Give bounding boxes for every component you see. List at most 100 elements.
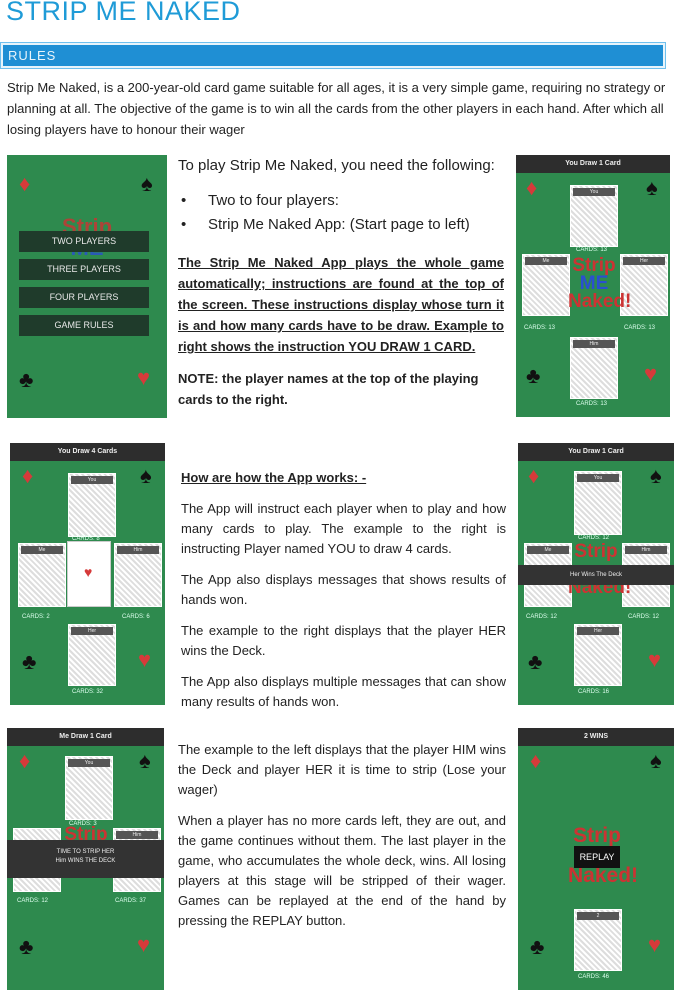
paragraph: The example to the left displays that th… [178, 742, 506, 797]
card-tag: You [573, 188, 615, 196]
you-card: You [68, 473, 116, 537]
spade-icon: ♠ [139, 748, 151, 773]
him-card: Him [570, 337, 618, 399]
heart-icon: ♥ [648, 647, 662, 672]
club-icon: ♣ [528, 649, 543, 674]
four-players-button[interactable]: FOUR PLAYERS [19, 287, 149, 308]
logo-word-1: Strip [573, 824, 621, 847]
club-icon: ♣ [526, 363, 541, 388]
message-line: TIME TO STRIP HER [56, 849, 115, 855]
paragraph: The App also displays messages that show… [181, 572, 506, 607]
me-card: Me [18, 543, 66, 607]
instruction-bar: Me Draw 1 Card [7, 728, 164, 746]
card-count: CARDS: 13 [576, 401, 608, 407]
game-rules-button[interactable]: GAME RULES [19, 315, 149, 336]
you-card: You [65, 756, 113, 820]
card-count: CARDS: 13 [524, 325, 556, 331]
card-tag: Her [71, 627, 113, 635]
requirement-item: Two to four players: [178, 189, 504, 213]
heart-icon: ♥ [138, 647, 152, 672]
you-card: You [570, 185, 618, 247]
replay-button[interactable]: REPLAY [574, 846, 620, 868]
how-it-works-section: How are how the App works: - The App wil… [181, 468, 506, 712]
me-card: Me [522, 254, 570, 316]
intro-paragraph: Strip Me Naked, is a 200-year-old card g… [7, 80, 666, 137]
how-heading: How are how the App works: - [181, 470, 367, 485]
paragraph: The App will instruct each player when t… [181, 501, 506, 556]
game-won-image: 2 WINS ♦ ♠ Strip ME Naked! REPLAY ♣ 2 ♥ … [518, 728, 674, 990]
logo-word-1: Strip [574, 541, 618, 562]
paragraph: The example to the right displays that t… [181, 623, 506, 658]
diamond-icon: ♦ [22, 463, 34, 488]
card-count: CARDS: 13 [576, 247, 608, 253]
instruction-bar: You Draw 1 Card [516, 155, 670, 173]
you-card: You [574, 471, 622, 535]
instruction-bar: 2 WINS [518, 728, 674, 746]
play-section: To play Strip Me Naked, you need the fol… [178, 155, 504, 410]
page-title: STRIP ME NAKED [6, 0, 241, 26]
automatic-note: The Strip Me Naked App plays the whole g… [178, 255, 504, 354]
three-players-button[interactable]: THREE PLAYERS [19, 259, 149, 280]
club-icon: ♣ [19, 367, 34, 392]
spade-icon: ♠ [646, 175, 658, 200]
card-tag: Him [116, 831, 158, 839]
winner-card: 2 [574, 909, 622, 971]
card-count: CARDS: 16 [578, 689, 610, 695]
card-tag: You [71, 476, 113, 484]
paragraph: When a player has no more cards left, th… [178, 813, 506, 928]
card-tag: 2 [577, 912, 619, 920]
card-tag: Him [117, 546, 159, 554]
section-header: RULES [0, 42, 666, 69]
card-tag: Her [577, 627, 619, 635]
him-card: Him [114, 543, 162, 607]
player-names-note: NOTE: the player names at the top of the… [178, 371, 479, 407]
card-tag: You [68, 759, 110, 767]
heart-icon: ♥ [137, 365, 151, 390]
diamond-icon: ♦ [526, 175, 538, 200]
card-tag: Him [573, 340, 615, 348]
instruction-bar: You Draw 4 Cards [10, 443, 165, 461]
game-logo: Strip ME Naked! [568, 256, 632, 313]
instruction-bar: You Draw 1 Card [518, 443, 674, 461]
diamond-icon: ♦ [19, 171, 31, 196]
card-tag: Me [525, 257, 567, 265]
requirements-list: Two to four players: Strip Me Naked App:… [178, 189, 504, 237]
card-count: CARDS: 12 [17, 898, 49, 904]
club-icon: ♣ [19, 934, 34, 959]
card-tag: You [577, 474, 619, 482]
card-count: CARDS: 2 [22, 614, 50, 620]
heart-icon: ♥ [84, 564, 93, 580]
section-title: RULES [8, 48, 57, 63]
her-card: Her [68, 624, 116, 686]
logo-word-3: Naked! [568, 291, 632, 313]
card-count: CARDS: 12 [628, 614, 660, 620]
spade-icon: ♠ [141, 171, 153, 196]
time-to-strip-image: Me Draw 1 Card ♦ ♠ You CARDS: 3 Him Stri… [7, 728, 164, 990]
card-tag: Me [21, 546, 63, 554]
paragraph: The App also displays multiple messages … [181, 674, 506, 709]
play-heading: To play Strip Me Naked, you need the fol… [178, 157, 495, 174]
heart-icon: ♥ [137, 932, 151, 957]
spade-icon: ♠ [140, 463, 152, 488]
card-count: CARDS: 37 [115, 898, 147, 904]
result-message: TIME TO STRIP HER Him WINS THE DECK [7, 840, 164, 878]
card-count: CARDS: 46 [578, 974, 610, 980]
card-count: CARDS: 13 [624, 325, 656, 331]
her-wins-deck-image: You Draw 1 Card ♦ ♠ You CARDS: 12 Me Him… [518, 443, 674, 705]
diamond-icon: ♦ [528, 463, 540, 488]
heart-icon: ♥ [644, 361, 658, 386]
you-draw-1-card-image: You Draw 1 Card ♦ ♠ You CARDS: 13 Me Her… [516, 155, 670, 417]
diamond-icon: ♦ [530, 748, 542, 773]
club-icon: ♣ [22, 649, 37, 674]
club-icon: ♣ [530, 934, 545, 959]
ace-of-hearts-card: ♥ [67, 541, 111, 607]
her-card: Her [574, 624, 622, 686]
start-screen-image: ♦ ♠ Strip ME Naked! TWO PLAYERS THREE PL… [7, 155, 167, 418]
card-count: CARDS: 6 [122, 614, 150, 620]
card-tag: Her [623, 257, 665, 265]
you-draw-4-cards-image: You Draw 4 Cards ♦ ♠ You CARDS: 8 Me ♥ H… [10, 443, 165, 705]
heart-icon: ♥ [648, 932, 662, 957]
card-tag: Him [625, 546, 667, 554]
two-players-button[interactable]: TWO PLAYERS [19, 231, 149, 252]
end-game-section: The example to the left displays that th… [178, 740, 506, 931]
